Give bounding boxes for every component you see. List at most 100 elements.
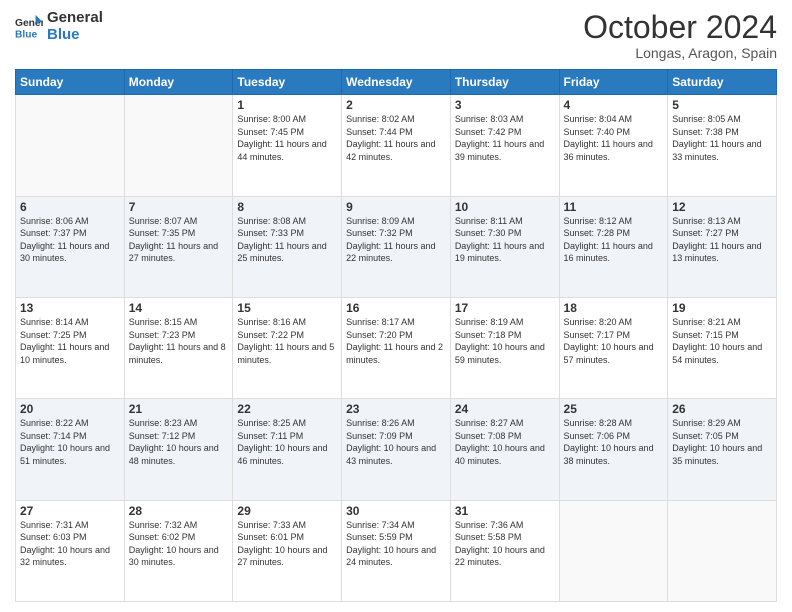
sunset-text: Sunset: 7:33 PM	[237, 227, 337, 240]
day-info: Sunrise: 8:29 AMSunset: 7:05 PMDaylight:…	[672, 417, 772, 467]
day-number: 20	[20, 402, 120, 416]
sunrise-text: Sunrise: 8:04 AM	[564, 113, 664, 126]
sunrise-text: Sunrise: 8:16 AM	[237, 316, 337, 329]
day-number: 15	[237, 301, 337, 315]
daylight-text: Daylight: 11 hours and 25 minutes.	[237, 240, 337, 265]
sunset-text: Sunset: 6:01 PM	[237, 531, 337, 544]
daylight-text: Daylight: 11 hours and 42 minutes.	[346, 138, 446, 163]
sunrise-text: Sunrise: 8:02 AM	[346, 113, 446, 126]
day-info: Sunrise: 8:20 AMSunset: 7:17 PMDaylight:…	[564, 316, 664, 366]
daylight-text: Daylight: 11 hours and 27 minutes.	[129, 240, 229, 265]
calendar-cell: 18Sunrise: 8:20 AMSunset: 7:17 PMDayligh…	[559, 297, 668, 398]
calendar-cell: 16Sunrise: 8:17 AMSunset: 7:20 PMDayligh…	[342, 297, 451, 398]
calendar-week-1: 1Sunrise: 8:00 AMSunset: 7:45 PMDaylight…	[16, 95, 777, 196]
sunset-text: Sunset: 7:40 PM	[564, 126, 664, 139]
calendar-cell: 14Sunrise: 8:15 AMSunset: 7:23 PMDayligh…	[124, 297, 233, 398]
day-number: 17	[455, 301, 555, 315]
daylight-text: Daylight: 11 hours and 2 minutes.	[346, 341, 446, 366]
day-info: Sunrise: 8:09 AMSunset: 7:32 PMDaylight:…	[346, 215, 446, 265]
sunset-text: Sunset: 6:03 PM	[20, 531, 120, 544]
calendar-header-row: SundayMondayTuesdayWednesdayThursdayFrid…	[16, 70, 777, 95]
calendar-cell: 25Sunrise: 8:28 AMSunset: 7:06 PMDayligh…	[559, 399, 668, 500]
daylight-text: Daylight: 10 hours and 43 minutes.	[346, 442, 446, 467]
daylight-text: Daylight: 10 hours and 35 minutes.	[672, 442, 772, 467]
calendar-cell: 7Sunrise: 8:07 AMSunset: 7:35 PMDaylight…	[124, 196, 233, 297]
calendar-cell: 29Sunrise: 7:33 AMSunset: 6:01 PMDayligh…	[233, 500, 342, 601]
sunrise-text: Sunrise: 8:15 AM	[129, 316, 229, 329]
sunset-text: Sunset: 7:20 PM	[346, 329, 446, 342]
day-info: Sunrise: 8:07 AMSunset: 7:35 PMDaylight:…	[129, 215, 229, 265]
sunrise-text: Sunrise: 8:19 AM	[455, 316, 555, 329]
day-info: Sunrise: 8:25 AMSunset: 7:11 PMDaylight:…	[237, 417, 337, 467]
sunrise-text: Sunrise: 7:32 AM	[129, 519, 229, 532]
calendar-cell: 6Sunrise: 8:06 AMSunset: 7:37 PMDaylight…	[16, 196, 125, 297]
day-info: Sunrise: 8:13 AMSunset: 7:27 PMDaylight:…	[672, 215, 772, 265]
header: General Blue General Blue October 2024 L…	[15, 10, 777, 61]
sunrise-text: Sunrise: 7:34 AM	[346, 519, 446, 532]
sunset-text: Sunset: 7:15 PM	[672, 329, 772, 342]
day-info: Sunrise: 8:02 AMSunset: 7:44 PMDaylight:…	[346, 113, 446, 163]
calendar-cell: 27Sunrise: 7:31 AMSunset: 6:03 PMDayligh…	[16, 500, 125, 601]
calendar-cell: 24Sunrise: 8:27 AMSunset: 7:08 PMDayligh…	[450, 399, 559, 500]
sunrise-text: Sunrise: 8:13 AM	[672, 215, 772, 228]
daylight-text: Daylight: 11 hours and 8 minutes.	[129, 341, 229, 366]
day-info: Sunrise: 8:22 AMSunset: 7:14 PMDaylight:…	[20, 417, 120, 467]
calendar-cell: 13Sunrise: 8:14 AMSunset: 7:25 PMDayligh…	[16, 297, 125, 398]
calendar-table: SundayMondayTuesdayWednesdayThursdayFrid…	[15, 69, 777, 602]
calendar-cell	[16, 95, 125, 196]
sunset-text: Sunset: 7:25 PM	[20, 329, 120, 342]
daylight-text: Daylight: 10 hours and 48 minutes.	[129, 442, 229, 467]
sunset-text: Sunset: 7:05 PM	[672, 430, 772, 443]
sunset-text: Sunset: 7:28 PM	[564, 227, 664, 240]
sunset-text: Sunset: 7:45 PM	[237, 126, 337, 139]
day-info: Sunrise: 8:23 AMSunset: 7:12 PMDaylight:…	[129, 417, 229, 467]
sunset-text: Sunset: 7:38 PM	[672, 126, 772, 139]
daylight-text: Daylight: 10 hours and 32 minutes.	[20, 544, 120, 569]
day-number: 6	[20, 200, 120, 214]
daylight-text: Daylight: 10 hours and 46 minutes.	[237, 442, 337, 467]
calendar-week-3: 13Sunrise: 8:14 AMSunset: 7:25 PMDayligh…	[16, 297, 777, 398]
day-info: Sunrise: 8:12 AMSunset: 7:28 PMDaylight:…	[564, 215, 664, 265]
daylight-text: Daylight: 10 hours and 57 minutes.	[564, 341, 664, 366]
daylight-text: Daylight: 11 hours and 19 minutes.	[455, 240, 555, 265]
calendar-week-5: 27Sunrise: 7:31 AMSunset: 6:03 PMDayligh…	[16, 500, 777, 601]
calendar-cell: 12Sunrise: 8:13 AMSunset: 7:27 PMDayligh…	[668, 196, 777, 297]
sunrise-text: Sunrise: 8:09 AM	[346, 215, 446, 228]
day-number: 18	[564, 301, 664, 315]
calendar-cell: 2Sunrise: 8:02 AMSunset: 7:44 PMDaylight…	[342, 95, 451, 196]
svg-text:Blue: Blue	[15, 29, 38, 40]
day-info: Sunrise: 7:31 AMSunset: 6:03 PMDaylight:…	[20, 519, 120, 569]
sunset-text: Sunset: 7:06 PM	[564, 430, 664, 443]
day-info: Sunrise: 8:00 AMSunset: 7:45 PMDaylight:…	[237, 113, 337, 163]
sunset-text: Sunset: 7:22 PM	[237, 329, 337, 342]
sunrise-text: Sunrise: 7:36 AM	[455, 519, 555, 532]
column-header-sunday: Sunday	[16, 70, 125, 95]
sunset-text: Sunset: 7:11 PM	[237, 430, 337, 443]
day-info: Sunrise: 8:14 AMSunset: 7:25 PMDaylight:…	[20, 316, 120, 366]
calendar-cell: 3Sunrise: 8:03 AMSunset: 7:42 PMDaylight…	[450, 95, 559, 196]
day-info: Sunrise: 8:06 AMSunset: 7:37 PMDaylight:…	[20, 215, 120, 265]
day-number: 3	[455, 98, 555, 112]
sunrise-text: Sunrise: 8:12 AM	[564, 215, 664, 228]
daylight-text: Daylight: 11 hours and 22 minutes.	[346, 240, 446, 265]
calendar-cell: 22Sunrise: 8:25 AMSunset: 7:11 PMDayligh…	[233, 399, 342, 500]
day-info: Sunrise: 7:34 AMSunset: 5:59 PMDaylight:…	[346, 519, 446, 569]
calendar-cell	[124, 95, 233, 196]
day-number: 24	[455, 402, 555, 416]
daylight-text: Daylight: 11 hours and 33 minutes.	[672, 138, 772, 163]
column-header-tuesday: Tuesday	[233, 70, 342, 95]
sunset-text: Sunset: 7:18 PM	[455, 329, 555, 342]
daylight-text: Daylight: 11 hours and 16 minutes.	[564, 240, 664, 265]
calendar-cell: 15Sunrise: 8:16 AMSunset: 7:22 PMDayligh…	[233, 297, 342, 398]
day-info: Sunrise: 7:33 AMSunset: 6:01 PMDaylight:…	[237, 519, 337, 569]
daylight-text: Daylight: 11 hours and 5 minutes.	[237, 341, 337, 366]
sunset-text: Sunset: 6:02 PM	[129, 531, 229, 544]
sunset-text: Sunset: 7:08 PM	[455, 430, 555, 443]
day-number: 16	[346, 301, 446, 315]
sunrise-text: Sunrise: 8:26 AM	[346, 417, 446, 430]
day-number: 29	[237, 504, 337, 518]
calendar-week-4: 20Sunrise: 8:22 AMSunset: 7:14 PMDayligh…	[16, 399, 777, 500]
sunrise-text: Sunrise: 8:11 AM	[455, 215, 555, 228]
day-number: 7	[129, 200, 229, 214]
sunrise-text: Sunrise: 8:22 AM	[20, 417, 120, 430]
